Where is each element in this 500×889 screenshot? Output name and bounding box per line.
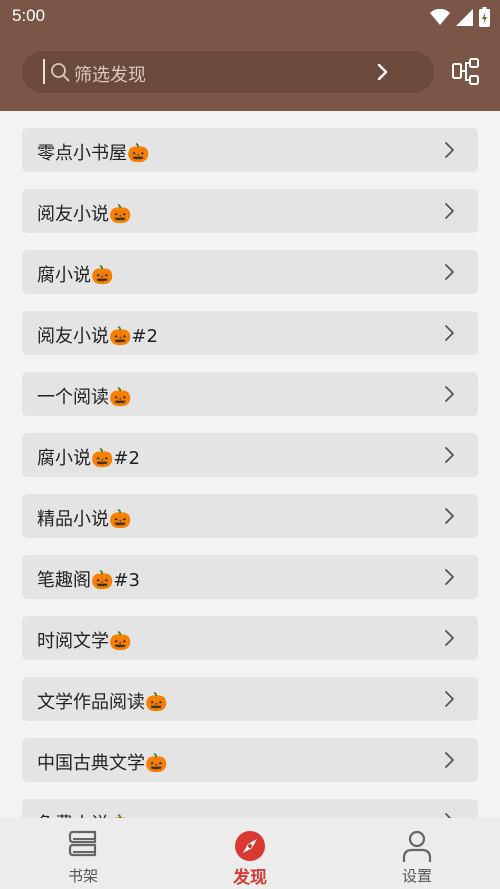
- list-item[interactable]: 零点小书屋🎃: [22, 128, 478, 172]
- search-bar[interactable]: 筛选发现: [22, 51, 434, 93]
- chevron-right-icon[interactable]: [374, 62, 392, 82]
- list-item[interactable]: 精品小说🎃: [22, 494, 478, 538]
- list-item-label: 一个阅读🎃: [37, 387, 132, 408]
- list-item[interactable]: 笔趣阁🎃#3: [22, 555, 478, 599]
- chevron-right-icon: [445, 752, 454, 768]
- chevron-right-icon: [445, 142, 454, 158]
- list-item[interactable]: 阅友小说🎃#2: [22, 311, 478, 355]
- list-item[interactable]: 中国古典文学🎃: [22, 738, 478, 782]
- app-header: 5:00 筛选发现: [0, 0, 500, 111]
- list-item-label: 免费小说🎃: [37, 810, 131, 818]
- list-item-label: 阅友小说🎃#2: [37, 326, 158, 347]
- list-item-label: 腐小说🎃#2: [37, 448, 140, 469]
- list-item-label: 笔趣阁🎃#3: [37, 570, 140, 591]
- search-input[interactable]: 筛选发现: [74, 61, 146, 87]
- bookshelf-icon: [68, 830, 97, 857]
- list-item[interactable]: 腐小说🎃#2: [22, 433, 478, 477]
- discover-source-list: 零点小书屋🎃 阅友小说🎃 腐小说🎃 阅友小说🎃#2 一个阅读🎃 腐小说🎃#2 精…: [22, 128, 478, 818]
- list-item-label: 中国古典文学🎃: [37, 753, 168, 774]
- list-item-label: 阅友小说🎃: [37, 204, 132, 225]
- list-item-label: 时阅文学🎃: [37, 631, 132, 652]
- search-icon: [51, 63, 70, 82]
- nav-discover-label: 发现: [233, 868, 267, 888]
- chevron-right-icon: [445, 264, 454, 280]
- chevron-right-icon: [445, 691, 454, 707]
- list-item-label: 精品小说🎃: [37, 509, 132, 530]
- signal-icon: [456, 8, 473, 26]
- list-item[interactable]: 文学作品阅读🎃: [22, 677, 478, 721]
- list-item-label: 零点小书屋🎃: [37, 143, 150, 164]
- status-icons: [430, 6, 490, 28]
- list-item[interactable]: 一个阅读🎃: [22, 372, 478, 416]
- text-cursor: [43, 59, 45, 84]
- wifi-icon: [430, 9, 450, 25]
- nav-discover[interactable]: 发现: [190, 818, 310, 889]
- nav-bookshelf-label: 书架: [67, 867, 98, 885]
- list-item-label: 文学作品阅读🎃: [37, 692, 168, 713]
- nav-settings-label: 设置: [401, 867, 432, 885]
- chevron-right-icon: [445, 386, 454, 402]
- chevron-right-icon: [445, 508, 454, 524]
- list-item[interactable]: 时阅文学🎃: [22, 616, 478, 660]
- compass-icon: [235, 831, 265, 861]
- status-bar: 5:00: [0, 0, 500, 34]
- list-item[interactable]: 腐小说🎃: [22, 250, 478, 294]
- nav-bookshelf[interactable]: 书架: [23, 818, 143, 889]
- person-icon: [402, 830, 432, 862]
- list-item-label: 腐小说🎃: [37, 265, 114, 286]
- group-filter-icon[interactable]: [452, 58, 480, 86]
- nav-settings[interactable]: 设置: [357, 818, 477, 889]
- chevron-right-icon: [445, 325, 454, 341]
- battery-icon: [479, 7, 490, 27]
- list-item[interactable]: 阅友小说🎃: [22, 189, 478, 233]
- chevron-right-icon: [445, 203, 454, 219]
- status-time: 5:00: [12, 6, 46, 25]
- chevron-right-icon: [445, 630, 454, 646]
- chevron-right-icon: [445, 569, 454, 585]
- list-item[interactable]: 免费小说🎃: [22, 799, 478, 818]
- bottom-navigation: 书架 发现 设置: [0, 818, 500, 889]
- chevron-right-icon: [445, 447, 454, 463]
